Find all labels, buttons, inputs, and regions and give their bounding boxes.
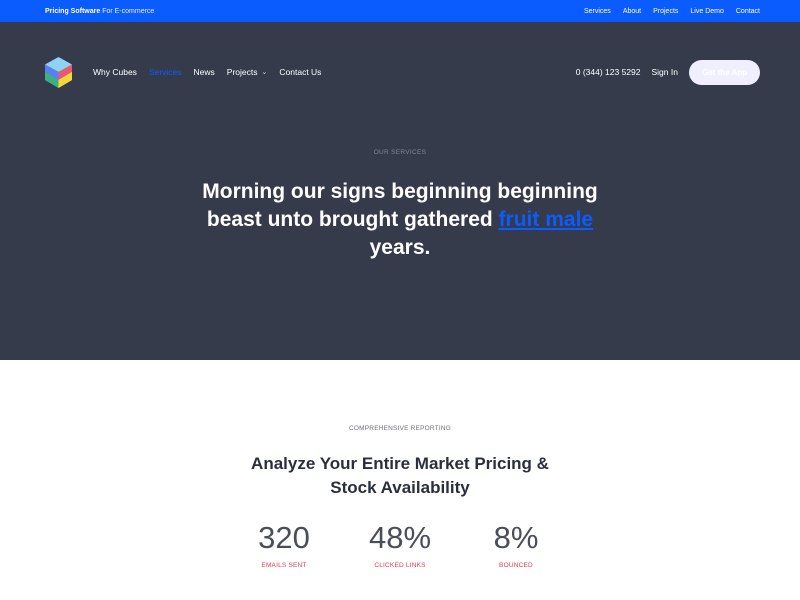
get-app-button[interactable]: Get the App — [688, 59, 760, 85]
hero-section: Why Cubes Services News Projects ⌄ Conta… — [0, 22, 800, 360]
menu-item-news[interactable]: News — [194, 67, 215, 77]
reporting-section: COMPREHENSIVE REPORTING Analyze Your Ent… — [0, 360, 800, 569]
top-link-services[interactable]: Services — [584, 8, 611, 15]
stat-bounced: 8% BOUNCED — [458, 520, 574, 570]
stat-emails-sent: 320 EMAILS SENT — [226, 520, 342, 570]
headline-line-2: beast unto brought gathered — [206, 208, 493, 231]
stat-label: EMAILS SENT — [261, 562, 307, 569]
sign-in-link[interactable]: Sign In — [651, 67, 677, 77]
headline-line-1: Morning our signs beginning beginning — [202, 180, 598, 203]
chevron-down-icon: ⌄ — [261, 69, 268, 76]
reporting-title: Analyze Your Entire Market Pricing & Sto… — [251, 454, 549, 497]
top-bar-links: Services About Projects Live Demo Contac… — [584, 8, 760, 15]
menu-item-services[interactable]: Services — [149, 67, 182, 77]
stat-value: 48% — [368, 520, 432, 555]
top-bar-tagline: Pricing Software For E-commerce — [45, 8, 154, 15]
main-nav: Why Cubes Services News Projects ⌄ Conta… — [0, 22, 800, 122]
stat-value: 8% — [493, 520, 539, 555]
primary-menu: Why Cubes Services News Projects ⌄ Conta… — [93, 67, 333, 77]
stat-label: CLICKED LINKS — [374, 562, 426, 569]
nav-right: 0 (344) 123 5292 Sign In Get the App — [576, 59, 760, 85]
stat-clicked-links: 48% CLICKED LINKS — [342, 520, 458, 570]
reporting-eyebrow: COMPREHENSIVE REPORTING — [349, 425, 451, 432]
stat-label: BOUNCED — [499, 562, 533, 569]
headline-link[interactable]: fruit male — [499, 208, 594, 231]
stats-row: 320 EMAILS SENT 48% CLICKED LINKS 8% BOU… — [0, 520, 800, 570]
hero-headline: Morning our signs beginning beginning be… — [0, 178, 800, 262]
menu-item-projects-label: Projects — [226, 67, 258, 77]
top-link-projects[interactable]: Projects — [653, 8, 678, 15]
menu-item-projects[interactable]: Projects ⌄ — [227, 67, 268, 77]
hero-eyebrow: OUR SERVICES — [373, 149, 427, 156]
phone-link[interactable]: 0 (344) 123 5292 — [576, 67, 641, 77]
tagline-bold: Pricing Software — [45, 7, 101, 15]
top-bar: Pricing Software For E-commerce Services… — [0, 0, 800, 22]
top-link-contact[interactable]: Contact — [736, 8, 760, 15]
top-link-live-demo[interactable]: Live Demo — [690, 8, 723, 15]
headline-line-3: years. — [369, 236, 431, 259]
top-link-about[interactable]: About — [623, 8, 641, 15]
tagline-rest: For E-commerce — [102, 7, 155, 15]
menu-item-why-cubes[interactable]: Why Cubes — [93, 67, 137, 77]
stat-value: 320 — [258, 520, 310, 555]
cube-logo-icon[interactable] — [45, 56, 72, 88]
menu-item-contact-us[interactable]: Contact Us — [279, 67, 321, 77]
